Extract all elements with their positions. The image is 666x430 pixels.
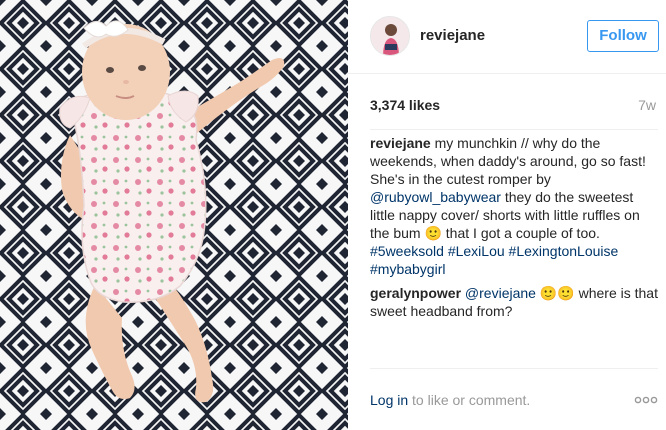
caption-username[interactable]: reviejane — [370, 135, 431, 151]
caption: reviejane my munchkin // why do the week… — [370, 134, 660, 278]
divider — [370, 129, 658, 130]
caption-hashtags: #5weeksold #LexiLou #LexingtonLouise #my… — [370, 242, 660, 278]
hashtag-link[interactable]: #5weeksold — [370, 243, 444, 259]
baby-photo-image — [0, 0, 348, 430]
post-age[interactable]: 7w — [638, 97, 656, 113]
hashtag-link[interactable]: #LexingtonLouise — [509, 243, 619, 259]
login-link[interactable]: Log in — [370, 392, 408, 408]
hashtag-link[interactable]: #mybabygirl — [370, 261, 445, 277]
profile-photo-icon — [371, 17, 409, 55]
post-sidebar: reviejane Follow 3,374 likes 7w reviejan… — [348, 0, 666, 430]
login-prompt-text: to like or comment. — [408, 392, 531, 408]
likes-count[interactable]: 3,374 likes — [370, 97, 440, 113]
post-photo[interactable] — [0, 0, 348, 430]
more-options-icon[interactable] — [634, 395, 658, 405]
login-prompt: Log in to like or comment. — [370, 392, 530, 408]
divider — [370, 368, 658, 369]
hashtag-link[interactable]: #LexiLou — [448, 243, 505, 259]
post-header: reviejane Follow — [348, 0, 666, 74]
profile-avatar[interactable] — [370, 16, 410, 56]
comment-item: geralynpower @reviejane 🙂🙂 where is that… — [370, 284, 660, 320]
author-username[interactable]: reviejane — [420, 27, 485, 45]
comment-mention[interactable]: @reviejane — [465, 285, 536, 301]
comment-username[interactable]: geralynpower — [370, 285, 461, 301]
post-stats: 3,374 likes 7w — [348, 74, 666, 130]
caption-text-line2-before: She's in the cutest romper by — [370, 171, 551, 187]
follow-button[interactable]: Follow — [587, 20, 659, 52]
comments-list: reviejane my munchkin // why do the week… — [370, 134, 660, 326]
caption-mention[interactable]: @rubyowl_babywear — [370, 189, 501, 205]
post-footer: Log in to like or comment. — [348, 368, 666, 430]
